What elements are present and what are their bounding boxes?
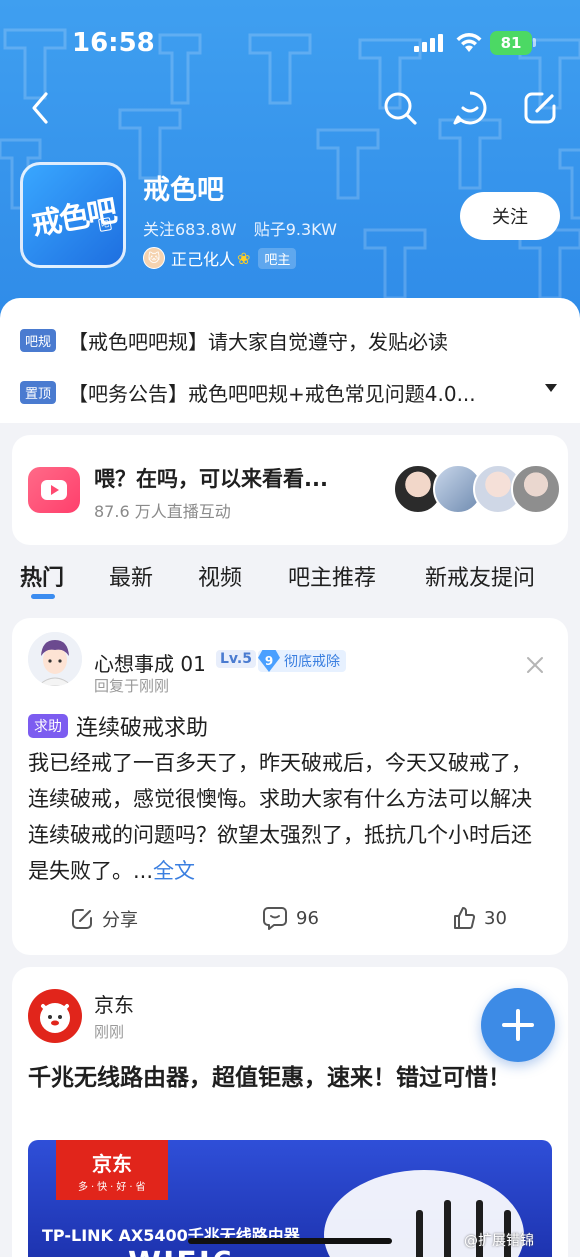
ad-advertiser[interactable]: 京东 bbox=[94, 989, 134, 1018]
search-icon bbox=[384, 92, 417, 125]
forum-logo[interactable]: 戒色吧 吧 bbox=[20, 162, 126, 268]
message-icon bbox=[453, 91, 487, 125]
avatar bbox=[511, 464, 561, 514]
notice-pinned[interactable]: 置顶 【吧务公告】戒色吧吧规+戒色常见问题4.0... bbox=[20, 378, 565, 407]
router-antenna bbox=[416, 1210, 423, 1257]
author-avatar[interactable] bbox=[28, 632, 82, 686]
grade-badge: 9 彻底戒除 bbox=[258, 650, 346, 672]
ad-tagline: WIFI6 bbox=[128, 1246, 235, 1257]
notice-text: 【吧务公告】戒色吧吧规+戒色常见问题4.0... bbox=[68, 382, 476, 406]
post-count: 贴子9.3KW bbox=[253, 220, 337, 239]
edit-button[interactable] bbox=[520, 88, 560, 128]
home-indicator bbox=[188, 1238, 392, 1244]
router-antenna bbox=[444, 1200, 451, 1257]
watermark: @扩展错锦 bbox=[464, 1233, 534, 1249]
post-actions: 分享 96 30 bbox=[12, 906, 568, 938]
read-more-link[interactable]: 全文 bbox=[153, 859, 195, 883]
live-icon bbox=[28, 467, 80, 513]
battery-nub bbox=[533, 38, 536, 47]
level-badge: Lv.5 bbox=[216, 650, 256, 668]
reply-time: 回复于刚刚 bbox=[94, 677, 170, 695]
live-subtitle: 87.6 万人直播互动 bbox=[94, 502, 231, 521]
like-button[interactable]: 30 bbox=[452, 906, 507, 930]
plus-icon bbox=[502, 1009, 534, 1041]
search-button[interactable] bbox=[380, 88, 420, 128]
author-name[interactable]: 心想事成 01 bbox=[94, 648, 206, 677]
post-body[interactable]: 我已经戒了一百多天了，昨天破戒后，今天又破戒了，连续破戒，感觉很懊悔。求助大家有… bbox=[28, 745, 548, 889]
battery-indicator: 81 bbox=[490, 31, 532, 55]
help-tag: 求助 bbox=[28, 714, 68, 738]
share-button[interactable]: 分享 bbox=[70, 906, 138, 932]
forum-title: 戒色吧 bbox=[143, 175, 224, 206]
comment-button[interactable]: 96 bbox=[262, 906, 319, 930]
follow-button[interactable]: 关注 bbox=[460, 192, 560, 240]
tab-owner-picks[interactable]: 吧主推荐 bbox=[288, 560, 376, 592]
notice-rules[interactable]: 吧规 【戒色吧吧规】请大家自觉遵守，发贴必读 bbox=[20, 326, 565, 355]
tab-latest[interactable]: 最新 bbox=[109, 560, 153, 592]
owner-avatar: 🐱 bbox=[143, 247, 165, 269]
owner-badge: 吧主 bbox=[258, 247, 297, 269]
forum-stats: 关注683.8W 贴子9.3KW bbox=[143, 216, 337, 240]
gem-icon: 9 bbox=[258, 650, 280, 672]
back-button[interactable] bbox=[20, 88, 60, 128]
share-icon bbox=[72, 909, 92, 929]
post-title-text: 连续破戒求助 bbox=[76, 716, 209, 741]
back-icon bbox=[32, 92, 48, 124]
post-card[interactable]: 心想事成 01 Lv.5 9 彻底戒除 回复于刚刚 求助 连续破戒求助 我已经戒… bbox=[12, 618, 568, 955]
status-time: 16:58 bbox=[72, 28, 155, 58]
close-icon[interactable] bbox=[526, 656, 544, 674]
comment-icon bbox=[263, 907, 287, 930]
notice-panel: 吧规 【戒色吧吧规】请大家自觉遵守，发贴必读 置顶 【吧务公告】戒色吧吧规+戒色… bbox=[0, 298, 580, 423]
tab-active-indicator bbox=[31, 594, 55, 599]
share-label: 分享 bbox=[102, 910, 138, 931]
chevron-down-icon[interactable] bbox=[545, 384, 557, 392]
ad-time: 刚刚 bbox=[94, 1023, 125, 1041]
live-title: 喂？在吗，可以来看看... bbox=[94, 467, 328, 491]
like-icon bbox=[454, 907, 476, 929]
ad-title[interactable]: 千兆无线路由器，超值钜惠，速来！错过可惜！ bbox=[28, 1059, 538, 1097]
owner-name: 正己化人 bbox=[171, 250, 236, 269]
comment-count: 96 bbox=[296, 907, 319, 929]
tab-hot[interactable]: 热门 bbox=[20, 560, 64, 592]
notice-text: 【戒色吧吧规】请大家自觉遵守，发贴必读 bbox=[68, 330, 449, 354]
ad-brand: 京东 bbox=[92, 1152, 132, 1176]
follow-count: 关注683.8W bbox=[143, 220, 237, 239]
create-post-button[interactable] bbox=[481, 988, 555, 1062]
post-title[interactable]: 求助 连续破戒求助 bbox=[28, 710, 208, 742]
tab-new-questions[interactable]: 新戒友提问 bbox=[425, 560, 535, 592]
forum-logo-text: 戒色吧 bbox=[29, 193, 119, 243]
notice-tag: 置顶 bbox=[20, 381, 57, 404]
tab-bar: 热门 最新 视频 吧主推荐 新戒友提问 bbox=[0, 558, 580, 606]
forum-logo-mark: 吧 bbox=[97, 217, 113, 232]
message-button[interactable] bbox=[450, 88, 490, 128]
jd-logo bbox=[28, 989, 82, 1043]
status-bar: 16:58 81 bbox=[0, 0, 580, 88]
like-count: 30 bbox=[484, 907, 507, 929]
post-body-text: 我已经戒了一百多天了，昨天破戒后，今天又破戒了，连续破戒，感觉很懊悔。求助大家有… bbox=[28, 751, 532, 883]
grade-label: 彻底戒除 bbox=[284, 654, 340, 670]
ad-brand-block: 京东 多·快·好·省 bbox=[56, 1140, 168, 1200]
forum-owner[interactable]: 🐱 正己化人 ❀ 吧主 bbox=[143, 246, 297, 270]
sunflower-icon: ❀ bbox=[237, 248, 251, 268]
notice-tag: 吧规 bbox=[20, 329, 57, 352]
ad-slogan: 多·快·好·省 bbox=[78, 1182, 149, 1193]
edit-icon bbox=[524, 92, 556, 124]
tab-video[interactable]: 视频 bbox=[198, 560, 242, 592]
wifi-icon bbox=[456, 33, 482, 52]
signal-icon bbox=[414, 34, 443, 52]
